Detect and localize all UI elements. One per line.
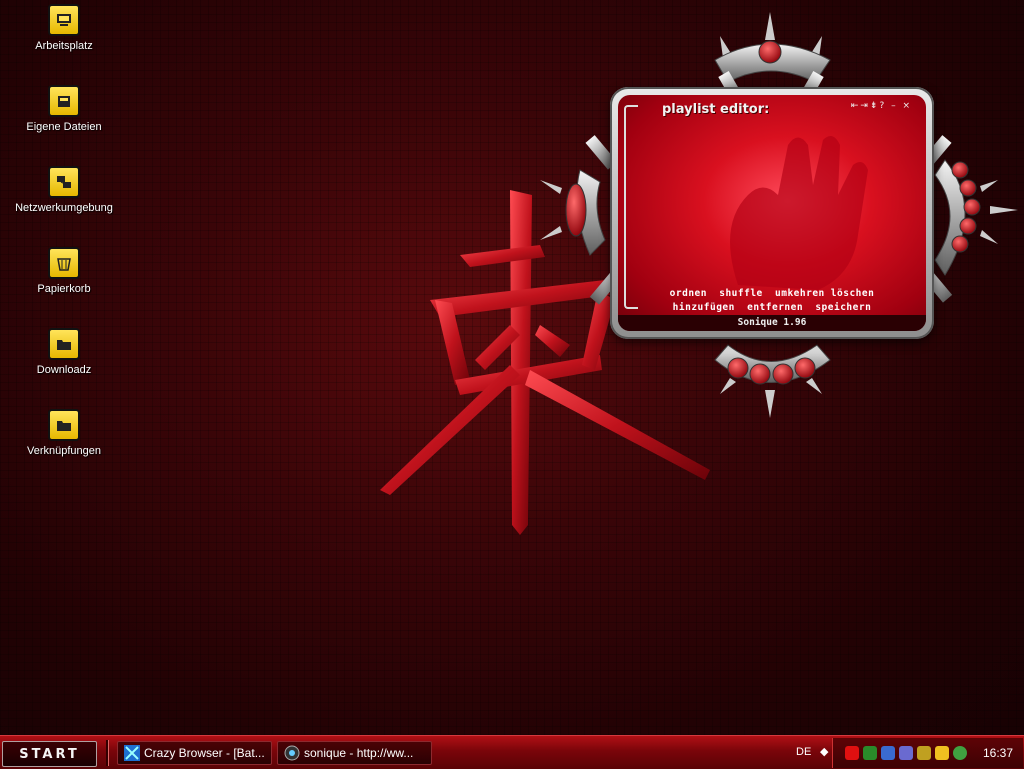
player-volume-button[interactable] xyxy=(952,236,968,252)
player-play-button[interactable] xyxy=(773,364,793,384)
desktop-icon-label: Verknüpfungen xyxy=(26,445,101,457)
save-button[interactable]: speichern xyxy=(815,302,871,313)
desktop-icon-netzwerkumgebung[interactable]: Netzwerkumgebung xyxy=(14,166,114,214)
antivirus-tray-icon[interactable] xyxy=(845,746,859,760)
sort-button[interactable]: ordnen xyxy=(670,288,707,299)
taskbar: START Crazy Browser - [Bat... sonique - … xyxy=(0,735,1024,769)
sonique-icon xyxy=(284,745,300,761)
player-top-button[interactable] xyxy=(759,42,781,64)
desktop-icon-arbeitsplatz[interactable]: Arbeitsplatz xyxy=(14,4,114,52)
player-down-button[interactable] xyxy=(960,180,976,196)
desktop-icon-downloadz[interactable]: Downloadz xyxy=(14,328,114,376)
delete-button[interactable]: löschen xyxy=(831,288,875,299)
desktop-icon-label: Netzwerkumgebung xyxy=(15,202,113,214)
network-tray-icon[interactable] xyxy=(881,746,895,760)
system-tray: 16:37 xyxy=(832,738,1023,768)
playlist-editor-panel: playlist editor: ⇤⇥⇟? – × ordnen shuffle… xyxy=(618,95,926,331)
playlist-editor-window: playlist editor: ⇤⇥⇟? – × ordnen shuffle… xyxy=(610,87,934,339)
desktop-icon-label: Arbeitsplatz xyxy=(35,40,93,52)
crazy-browser-icon xyxy=(124,745,140,761)
desktop-icon-label: Papierkorb xyxy=(37,283,91,295)
task-label: sonique - http://ww... xyxy=(304,746,414,760)
desktop-icon-papierkorb[interactable]: Papierkorb xyxy=(14,247,114,295)
desktop-icon-eigene-dateien[interactable]: Eigene Dateien xyxy=(14,85,114,133)
task-crazy-browser[interactable]: Crazy Browser - [Bat... xyxy=(117,741,272,765)
player-version-label: Sonique 1.96 xyxy=(618,315,926,331)
folder-icon xyxy=(48,328,80,360)
desktop-icon-label: Downloadz xyxy=(36,364,92,376)
remove-button[interactable]: entfernen xyxy=(747,302,803,313)
network-tray-icon[interactable] xyxy=(899,746,913,760)
playlist-bracket xyxy=(624,105,638,309)
reverse-button[interactable]: umkehren xyxy=(775,288,825,299)
taskbar-separator xyxy=(106,740,109,766)
folder-icon xyxy=(48,409,80,441)
playlist-actions-row2: hinzufügen entfernen speichern xyxy=(618,302,926,313)
computer-icon xyxy=(48,4,80,36)
desktop-icon-verknuepfungen[interactable]: Verknüpfungen xyxy=(14,409,114,457)
task-sonique[interactable]: sonique - http://ww... xyxy=(277,741,432,765)
globe-tray-icon[interactable] xyxy=(953,746,967,760)
shuffle-button[interactable]: shuffle xyxy=(719,288,763,299)
player-pause-button[interactable] xyxy=(750,364,770,384)
desktop-icon-label: Eigene Dateien xyxy=(26,121,102,133)
player-eject-button[interactable] xyxy=(964,199,980,215)
tray-icon[interactable] xyxy=(917,746,931,760)
player-next-button[interactable] xyxy=(795,358,815,378)
language-indicator[interactable]: DE xyxy=(796,746,811,758)
language-menu-icon[interactable]: ◆ xyxy=(820,745,828,758)
network-icon xyxy=(48,166,80,198)
clock[interactable]: 16:37 xyxy=(983,746,1013,760)
tray-icon[interactable] xyxy=(863,746,877,760)
hand-graphic xyxy=(730,136,868,290)
playlist-actions-row1: ordnen shuffle umkehren löschen xyxy=(618,288,926,299)
player-left-button[interactable] xyxy=(566,184,586,236)
task-label: Crazy Browser - [Bat... xyxy=(144,746,265,760)
player-up-button[interactable] xyxy=(952,162,968,178)
add-button[interactable]: hinzufügen xyxy=(673,302,735,313)
player-previous-button[interactable] xyxy=(728,358,748,378)
documents-icon xyxy=(48,85,80,117)
recycle-bin-icon xyxy=(48,247,80,279)
player-repeat-button[interactable] xyxy=(960,218,976,234)
playlist-editor-title: playlist editor: xyxy=(662,102,770,117)
window-controls[interactable]: ⇤⇥⇟? – × xyxy=(851,101,912,111)
start-button[interactable]: START xyxy=(2,741,97,767)
power-tray-icon[interactable] xyxy=(935,746,949,760)
